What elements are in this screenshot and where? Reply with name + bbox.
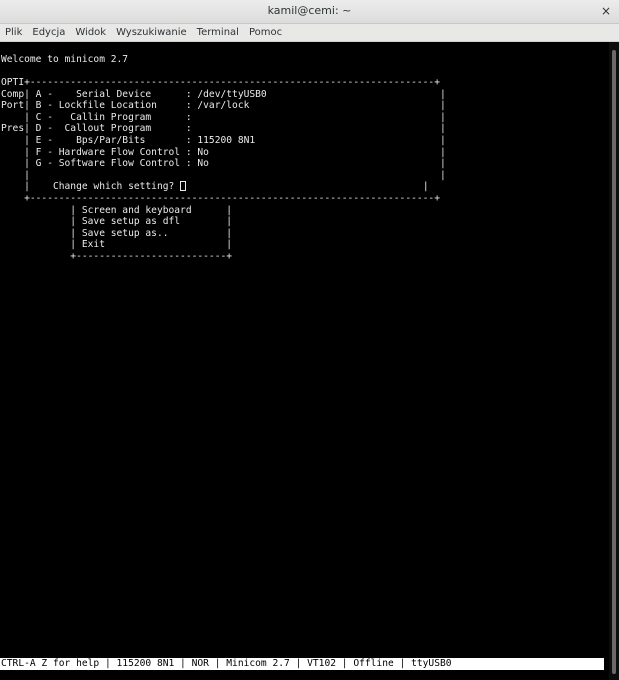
config-prompt-line[interactable]: | Change which setting? | (1, 181, 429, 193)
menu-option-save-as[interactable]: | Save setup as.. | (1, 228, 232, 240)
window-title: kamil@cemi: ~ (267, 4, 352, 17)
config-row-serial-device: Comp| A - Serial Device : /dev/ttyUSB0 | (1, 88, 446, 100)
menu-pomoc[interactable]: Pomoc (249, 27, 282, 38)
menu-bar: Plik Edycja Widok Wyszukiwanie Terminal … (0, 24, 619, 42)
menu-wyszukiwanie[interactable]: Wyszukiwanie (116, 27, 187, 38)
config-row-callin-program: | C - Callin Program : | (1, 111, 446, 123)
scrollbar-thumb[interactable] (612, 50, 616, 674)
terminal-window: kamil@cemi: ~ × Plik Edycja Widok Wyszuk… (0, 0, 619, 680)
title-bar[interactable]: kamil@cemi: ~ × (0, 0, 619, 24)
vertical-scrollbar[interactable] (609, 42, 619, 680)
config-box-bottom-border: +---------------------------------------… (1, 193, 440, 204)
config-row-blank: | | (1, 169, 446, 181)
config-row-lockfile-location: Port| B - Lockfile Location : /var/lock … (1, 100, 446, 112)
config-box-top-border: OPTI+-----------------------------------… (1, 77, 440, 88)
welcome-line: Welcome to minicom 2.7 (1, 54, 129, 65)
config-prompt-border: | (186, 181, 429, 193)
terminal-screen[interactable]: Welcome to minicom 2.7 OPTI+------------… (0, 42, 609, 680)
menu-option-save-dfl[interactable]: | Save setup as dfl | (1, 216, 232, 228)
config-row-bps-par-bits: | E - Bps/Par/Bits : 115200 8N1 | (1, 135, 446, 146)
menu-bottom-border: +--------------------------+ (1, 251, 233, 262)
menu-plik[interactable]: Plik (5, 27, 22, 38)
menu-edycja[interactable]: Edycja (32, 27, 65, 38)
minicom-status-bar: CTRL-A Z for help | 115200 8N1 | NOR | M… (0, 658, 604, 670)
config-prompt-text: | Change which setting? (1, 181, 181, 193)
config-row-callout-program: Pres| D - Callout Program : | (1, 123, 446, 135)
menu-widok[interactable]: Widok (75, 27, 106, 38)
menu-option-screen-keyboard[interactable]: | Screen and keyboard | (1, 205, 232, 217)
menu-option-exit[interactable]: | Exit | (1, 239, 232, 251)
config-row-hardware-flow: | F - Hardware Flow Control : No | (1, 146, 446, 158)
close-button[interactable]: × (601, 4, 611, 18)
config-row-software-flow: | G - Software Flow Control : No | (1, 158, 446, 170)
menu-terminal[interactable]: Terminal (197, 27, 239, 38)
